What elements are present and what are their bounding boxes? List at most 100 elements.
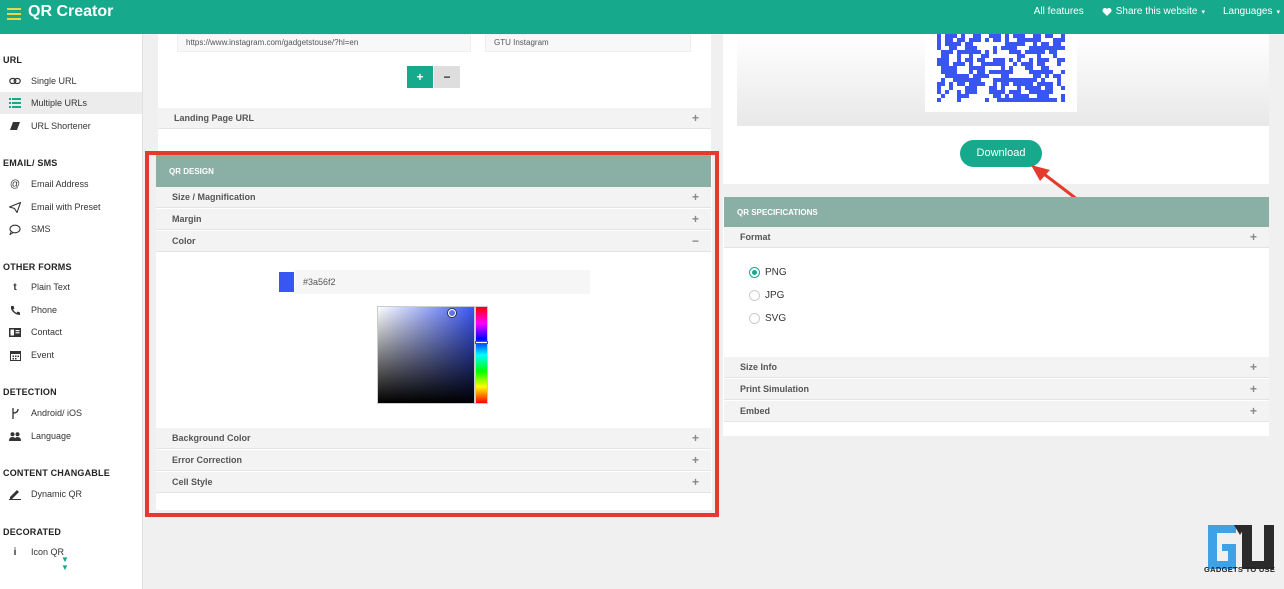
qr-module <box>1037 74 1041 78</box>
qr-module <box>1017 94 1021 98</box>
embed-row[interactable]: Embed + <box>724 401 1269 422</box>
qr-module <box>969 54 973 58</box>
sidebar-item-dynamic-qr[interactable]: Dynamic QR <box>0 483 142 505</box>
qr-module <box>989 86 993 90</box>
sidebar-item-phone[interactable]: Phone <box>0 299 142 321</box>
qr-module <box>977 78 981 82</box>
sidebar-item-multiple-urls[interactable]: Multiple URLs <box>0 92 142 114</box>
qr-module <box>1041 66 1045 70</box>
qr-module <box>961 34 965 38</box>
sidebar-item-label: Contact <box>31 327 63 337</box>
qr-module <box>1009 66 1013 70</box>
qr-module <box>993 46 997 50</box>
qr-module <box>961 82 965 86</box>
sidebar-item-plain-text[interactable]: t Plain Text <box>0 276 142 298</box>
sidebar-item-event[interactable]: Event <box>0 344 142 366</box>
nav-all-features[interactable]: All features <box>1034 6 1084 17</box>
format-option-label: PNG <box>765 267 787 278</box>
format-row[interactable]: Format + <box>724 227 1269 248</box>
qr-code-image-frame <box>925 34 1077 112</box>
embed-label: Embed <box>740 406 771 416</box>
qr-module <box>1009 70 1013 74</box>
qr-module <box>957 78 961 82</box>
qr-module <box>1013 94 1017 98</box>
sidebar-item-android-ios[interactable]: Android/ iOS <box>0 402 142 424</box>
qr-module <box>1013 78 1017 82</box>
qr-module <box>1045 74 1049 78</box>
qr-module <box>1041 58 1045 62</box>
qr-module <box>1017 50 1021 54</box>
qr-module <box>945 74 949 78</box>
sidebar-item-language[interactable]: Language <box>0 425 142 447</box>
sidebar-item-label: Event <box>31 350 55 360</box>
qr-module <box>1049 34 1053 38</box>
qr-module <box>957 62 961 66</box>
qr-module <box>1037 50 1041 54</box>
add-url-button[interactable]: + <box>407 66 433 88</box>
sidebar-item-icon-qr[interactable]: i Icon QR <box>0 541 142 563</box>
qr-module <box>1029 46 1033 50</box>
qr-module <box>1009 90 1013 94</box>
format-option-png[interactable]: PNG <box>749 267 787 278</box>
qr-module <box>1037 90 1041 94</box>
qr-module <box>937 46 941 50</box>
qr-module <box>1001 66 1005 70</box>
qr-module <box>957 50 961 54</box>
qr-module <box>1029 78 1033 82</box>
qr-module <box>961 78 965 82</box>
qr-module <box>945 34 949 38</box>
qr-module <box>937 82 941 86</box>
qr-module <box>1001 62 1005 66</box>
app-title[interactable]: QR Creator <box>28 3 113 21</box>
qr-module <box>945 38 949 42</box>
nav-share-website[interactable]: Share this website ▾ <box>1102 6 1205 17</box>
remove-url-button[interactable]: − <box>434 66 460 88</box>
sidebar-item-url-shortener[interactable]: URL Shortener <box>0 115 142 137</box>
radio-png[interactable] <box>749 267 760 278</box>
radio-svg[interactable] <box>749 313 760 324</box>
scroll-down-icon[interactable]: ▼ ▼ <box>61 556 69 572</box>
qr-module <box>969 66 973 70</box>
qr-module <box>1061 94 1065 98</box>
url-input[interactable]: https://www.instagram.com/gadgetstouse/?… <box>177 34 471 52</box>
radio-jpg[interactable] <box>749 290 760 301</box>
qr-module <box>969 42 973 46</box>
print-simulation-label: Print Simulation <box>740 384 810 394</box>
qr-module <box>981 70 985 74</box>
qr-module <box>1057 38 1061 42</box>
qr-module <box>945 42 949 46</box>
sidebar-item-sms[interactable]: SMS <box>0 218 142 240</box>
landing-page-url-row[interactable]: Landing Page URL + <box>158 108 711 129</box>
qr-module <box>1037 62 1041 66</box>
qr-module <box>1041 50 1045 54</box>
qr-module <box>997 58 1001 62</box>
sidebar-item-email-preset[interactable]: Email with Preset <box>0 196 142 218</box>
sidebar-item-contact[interactable]: Contact <box>0 321 142 343</box>
qr-module <box>1017 54 1021 58</box>
qr-module <box>1061 70 1065 74</box>
qr-module <box>1045 70 1049 74</box>
sidebar-item-single-url[interactable]: Single URL <box>0 70 142 92</box>
qr-module <box>981 66 985 70</box>
nav-languages[interactable]: Languages ▾ <box>1223 6 1280 17</box>
qr-module <box>941 82 945 86</box>
plus-icon: + <box>1249 230 1257 244</box>
sidebar-item-email-address[interactable]: @ Email Address <box>0 173 142 195</box>
qr-module <box>1025 94 1029 98</box>
qr-module <box>1037 34 1041 38</box>
qr-module <box>965 86 969 90</box>
print-simulation-row[interactable]: Print Simulation + <box>724 379 1269 400</box>
qr-module <box>997 34 1001 38</box>
qr-module <box>973 78 977 82</box>
size-info-row[interactable]: Size Info + <box>724 357 1269 378</box>
format-option-jpg[interactable]: JPG <box>749 290 784 301</box>
qr-module <box>1013 42 1017 46</box>
url-label-input[interactable]: GTU Instagram <box>485 34 691 52</box>
qr-module <box>1061 34 1065 38</box>
qr-module <box>1057 58 1061 62</box>
hamburger-menu-icon[interactable] <box>7 8 21 20</box>
sidebar-item-label: Dynamic QR <box>31 489 83 499</box>
qr-module <box>945 90 949 94</box>
qr-module <box>997 38 1001 42</box>
format-option-svg[interactable]: SVG <box>749 313 786 324</box>
